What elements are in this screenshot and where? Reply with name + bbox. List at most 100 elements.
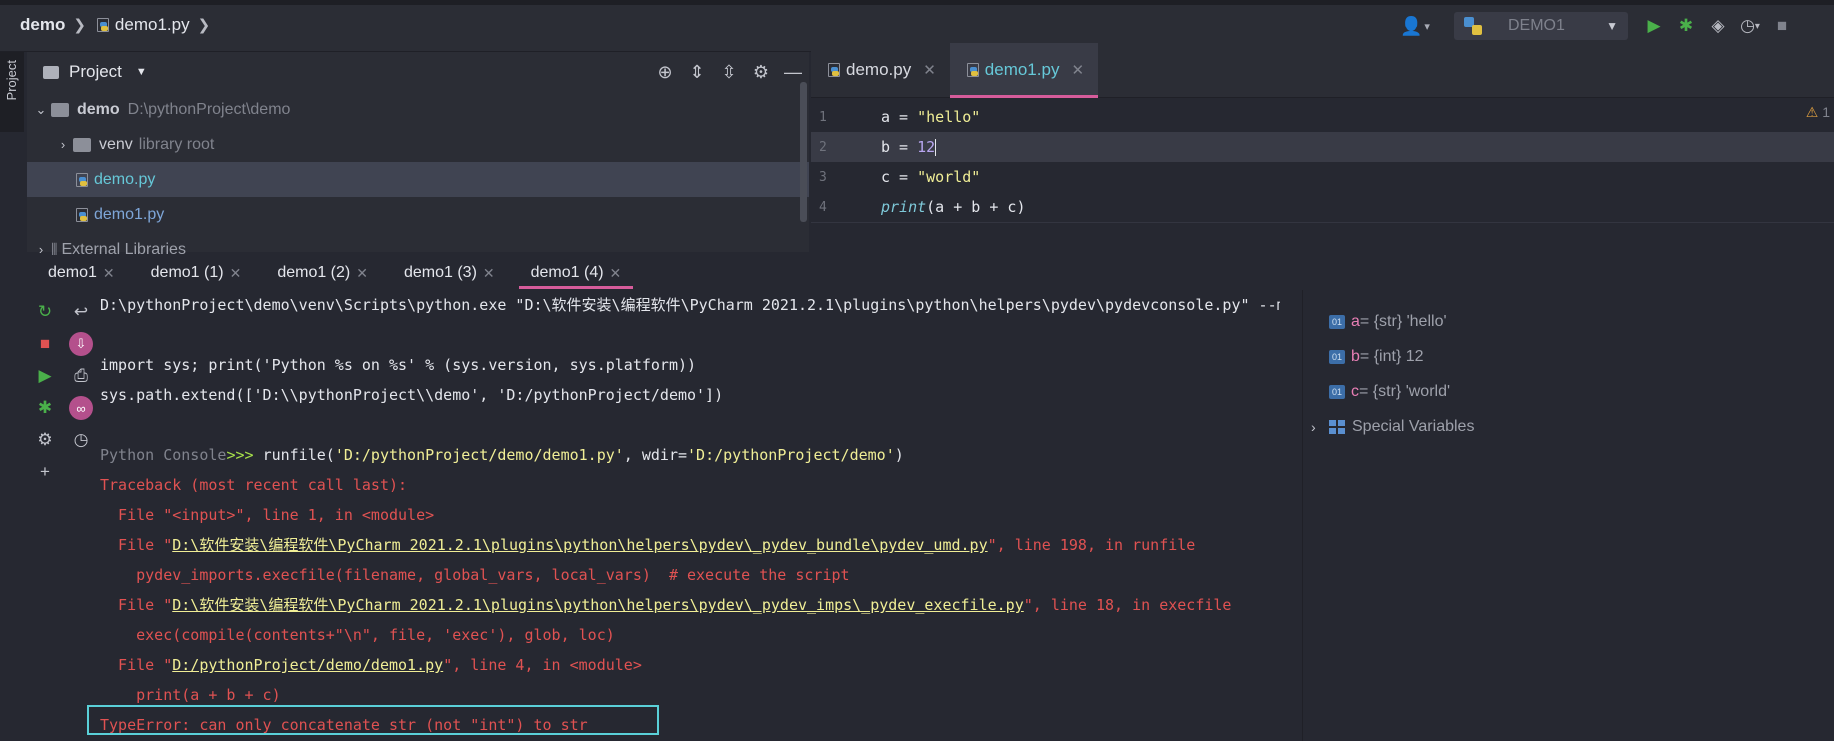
console-blank <box>100 410 1280 440</box>
console-actions: ↻ ■ ▶ ✱ ⚙ + <box>30 296 60 488</box>
warning-indicator[interactable]: ⚠ 1 <box>1806 104 1830 121</box>
project-scrollbar[interactable] <box>800 82 807 222</box>
traceback-line: pydev_imports.execfile(filename, global_… <box>100 566 850 584</box>
close-icon[interactable]: ✕ <box>356 265 368 282</box>
show-variables-icon[interactable]: ∞ <box>66 392 96 424</box>
print-icon[interactable]: ⎙ <box>66 360 96 392</box>
window-title-strip <box>0 0 1834 5</box>
project-tool-window-button[interactable]: Project <box>4 60 19 100</box>
add-icon[interactable]: + <box>30 456 60 488</box>
tree-item-demo1-py[interactable]: demo1.py <box>27 197 809 232</box>
traceback-file-link[interactable]: D:\软件安装\编程软件\PyCharm 2021.2.1\plugins\py… <box>172 536 987 554</box>
profile-icon[interactable]: ◷ ▾ <box>1734 12 1766 40</box>
special-variables-row[interactable]: › Special Variables <box>1303 409 1834 444</box>
collapse-all-icon[interactable]: ⇳ <box>713 62 745 83</box>
tree-item-path: D:\pythonProject\demo <box>127 100 291 118</box>
tree-item-label: demo.py <box>94 170 156 188</box>
python-icon <box>1464 17 1482 35</box>
account-icon[interactable]: 👤 ▾ <box>1400 14 1434 38</box>
close-icon[interactable]: ✕ <box>1071 61 1084 79</box>
coverage-icon[interactable]: ◈ <box>1702 12 1734 40</box>
editor-tab-label: demo1.py <box>984 60 1060 79</box>
code-line-current[interactable]: 2 b = 12 <box>811 132 1834 162</box>
traceback-line: File "<input>", line 1, in <module> <box>100 506 435 524</box>
console-line: D:\pythonProject\demo\venv\Scripts\pytho… <box>100 296 1280 314</box>
breadcrumb-file[interactable]: demo1.py <box>115 15 190 35</box>
settings-icon[interactable]: ⚙ <box>30 424 60 456</box>
run-configuration-select[interactable]: DEMO1 ▼ <box>1454 12 1628 40</box>
console-tab[interactable]: demo1 (2) ✕ <box>253 255 380 291</box>
python-file-icon <box>94 17 110 33</box>
chevron-right-icon: ❯ <box>197 17 211 34</box>
console-tab-active[interactable]: demo1 (4) ✕ <box>507 255 634 291</box>
chevron-down-icon[interactable]: ⌄ <box>31 102 51 118</box>
text-cursor <box>935 139 937 156</box>
close-icon[interactable]: ✕ <box>610 265 622 282</box>
stop-icon[interactable]: ■ <box>30 328 60 360</box>
debug-icon[interactable]: ✱ <box>1670 12 1702 40</box>
error-highlight-box <box>87 705 659 735</box>
code-line[interactable]: 3 c = "world" <box>811 162 1834 192</box>
tree-item-demo[interactable]: ⌄ demo D:\pythonProject\demo <box>27 92 809 127</box>
project-view-select[interactable]: Project <box>69 62 122 82</box>
hide-icon[interactable]: — <box>777 62 809 83</box>
expand-all-icon[interactable]: ⇕ <box>681 62 713 83</box>
tree-item-suffix: library root <box>138 135 215 153</box>
close-icon[interactable]: ✕ <box>483 265 495 282</box>
line-number: 3 <box>819 169 827 185</box>
tree-item-demo-py[interactable]: demo.py <box>27 162 809 197</box>
soft-wrap-icon[interactable]: ↩ <box>66 296 96 328</box>
locate-icon[interactable]: ⊕ <box>649 62 681 83</box>
editor-tab-demo-py[interactable]: demo.py ✕ <box>811 43 950 97</box>
editor-tabs: demo.py ✕ demo1.py ✕ <box>811 43 1834 98</box>
console-tab[interactable]: demo1 ✕ <box>24 255 127 291</box>
gear-icon[interactable]: ⚙ <box>745 62 777 83</box>
console-line: import sys; print('Python %s on %s' % (s… <box>100 356 697 374</box>
breadcrumb-project[interactable]: demo <box>20 15 65 35</box>
console-output[interactable]: D:\pythonProject\demo\venv\Scripts\pytho… <box>100 290 1280 741</box>
stop-icon[interactable]: ■ <box>1766 12 1798 40</box>
tree-item-venv[interactable]: › venv library root <box>27 127 809 162</box>
console-tab[interactable]: demo1 (1) ✕ <box>127 255 254 291</box>
chevron-down-icon[interactable]: ▼ <box>136 66 147 78</box>
console-tab[interactable]: demo1 (3) ✕ <box>380 255 507 291</box>
console-tabs: demo1 ✕ demo1 (1) ✕ demo1 (2) ✕ demo1 (3) ✕ … <box>24 255 1834 291</box>
rerun-icon[interactable]: ↻ <box>30 296 60 328</box>
code-area[interactable]: 1 a = "hello" 2 b = 12 3 c = "world" 4 p… <box>811 98 1834 222</box>
traceback-line: File "D:/pythonProject/demo/demo1.py", l… <box>100 656 642 674</box>
editor-tab-demo1-py[interactable]: demo1.py ✕ <box>949 43 1099 98</box>
variable-row[interactable]: 01 c = {str} 'world' <box>1303 374 1834 409</box>
close-icon[interactable]: ✕ <box>230 265 242 282</box>
project-panel: Project ▼ ⊕ ⇕ ⇳ ⚙ — ⌄ demo D:\pythonProj… <box>27 52 809 258</box>
close-icon[interactable]: ✕ <box>103 265 115 282</box>
run-toolbar: 👤 ▾ DEMO1 ▼ ▶ ✱ ◈ ◷ ▾ ■ <box>1400 10 1798 42</box>
run-icon[interactable]: ▶ <box>1638 12 1670 40</box>
traceback-line: exec(compile(contents+"\n", file, 'exec'… <box>100 626 615 644</box>
code-line[interactable]: 1 a = "hello" <box>811 102 1834 132</box>
variable-row[interactable]: 01 a = {str} 'hello' <box>1303 304 1834 339</box>
tool-window-strip: Project <box>0 52 24 132</box>
code-line[interactable]: 4 print(a + b + c) <box>811 192 1834 222</box>
python-file-icon <box>73 207 89 223</box>
variables-pane: 01 a = {str} 'hello' 01 b = {int} 12 01 … <box>1302 290 1834 741</box>
folder-icon <box>43 65 59 79</box>
chevron-right-icon[interactable]: › <box>53 137 73 152</box>
folder-icon <box>73 137 91 152</box>
chevron-right-icon[interactable]: › <box>1311 419 1329 435</box>
history-icon[interactable]: ◷ <box>66 424 96 456</box>
execute-icon[interactable]: ▶ <box>30 360 60 392</box>
folder-icon <box>51 102 69 117</box>
line-number: 2 <box>819 139 827 155</box>
scroll-to-end-icon[interactable]: ⇩ <box>66 328 96 360</box>
variable-row[interactable]: 01 b = {int} 12 <box>1303 339 1834 374</box>
traceback-file-link[interactable]: D:\软件安装\编程软件\PyCharm 2021.2.1\plugins\py… <box>172 596 1024 614</box>
variable-icon: 01 <box>1329 384 1345 399</box>
line-number: 4 <box>819 199 827 215</box>
tree-item-label: demo1.py <box>94 205 165 223</box>
traceback-file-link[interactable]: D:/pythonProject/demo/demo1.py <box>172 656 443 674</box>
debug-icon[interactable]: ✱ <box>30 392 60 424</box>
variable-icon: 01 <box>1329 349 1345 364</box>
console-blank <box>100 320 1280 350</box>
console-actions-secondary: ↩ ⇩ ⎙ ∞ ◷ <box>66 296 96 456</box>
close-icon[interactable]: ✕ <box>923 61 936 79</box>
